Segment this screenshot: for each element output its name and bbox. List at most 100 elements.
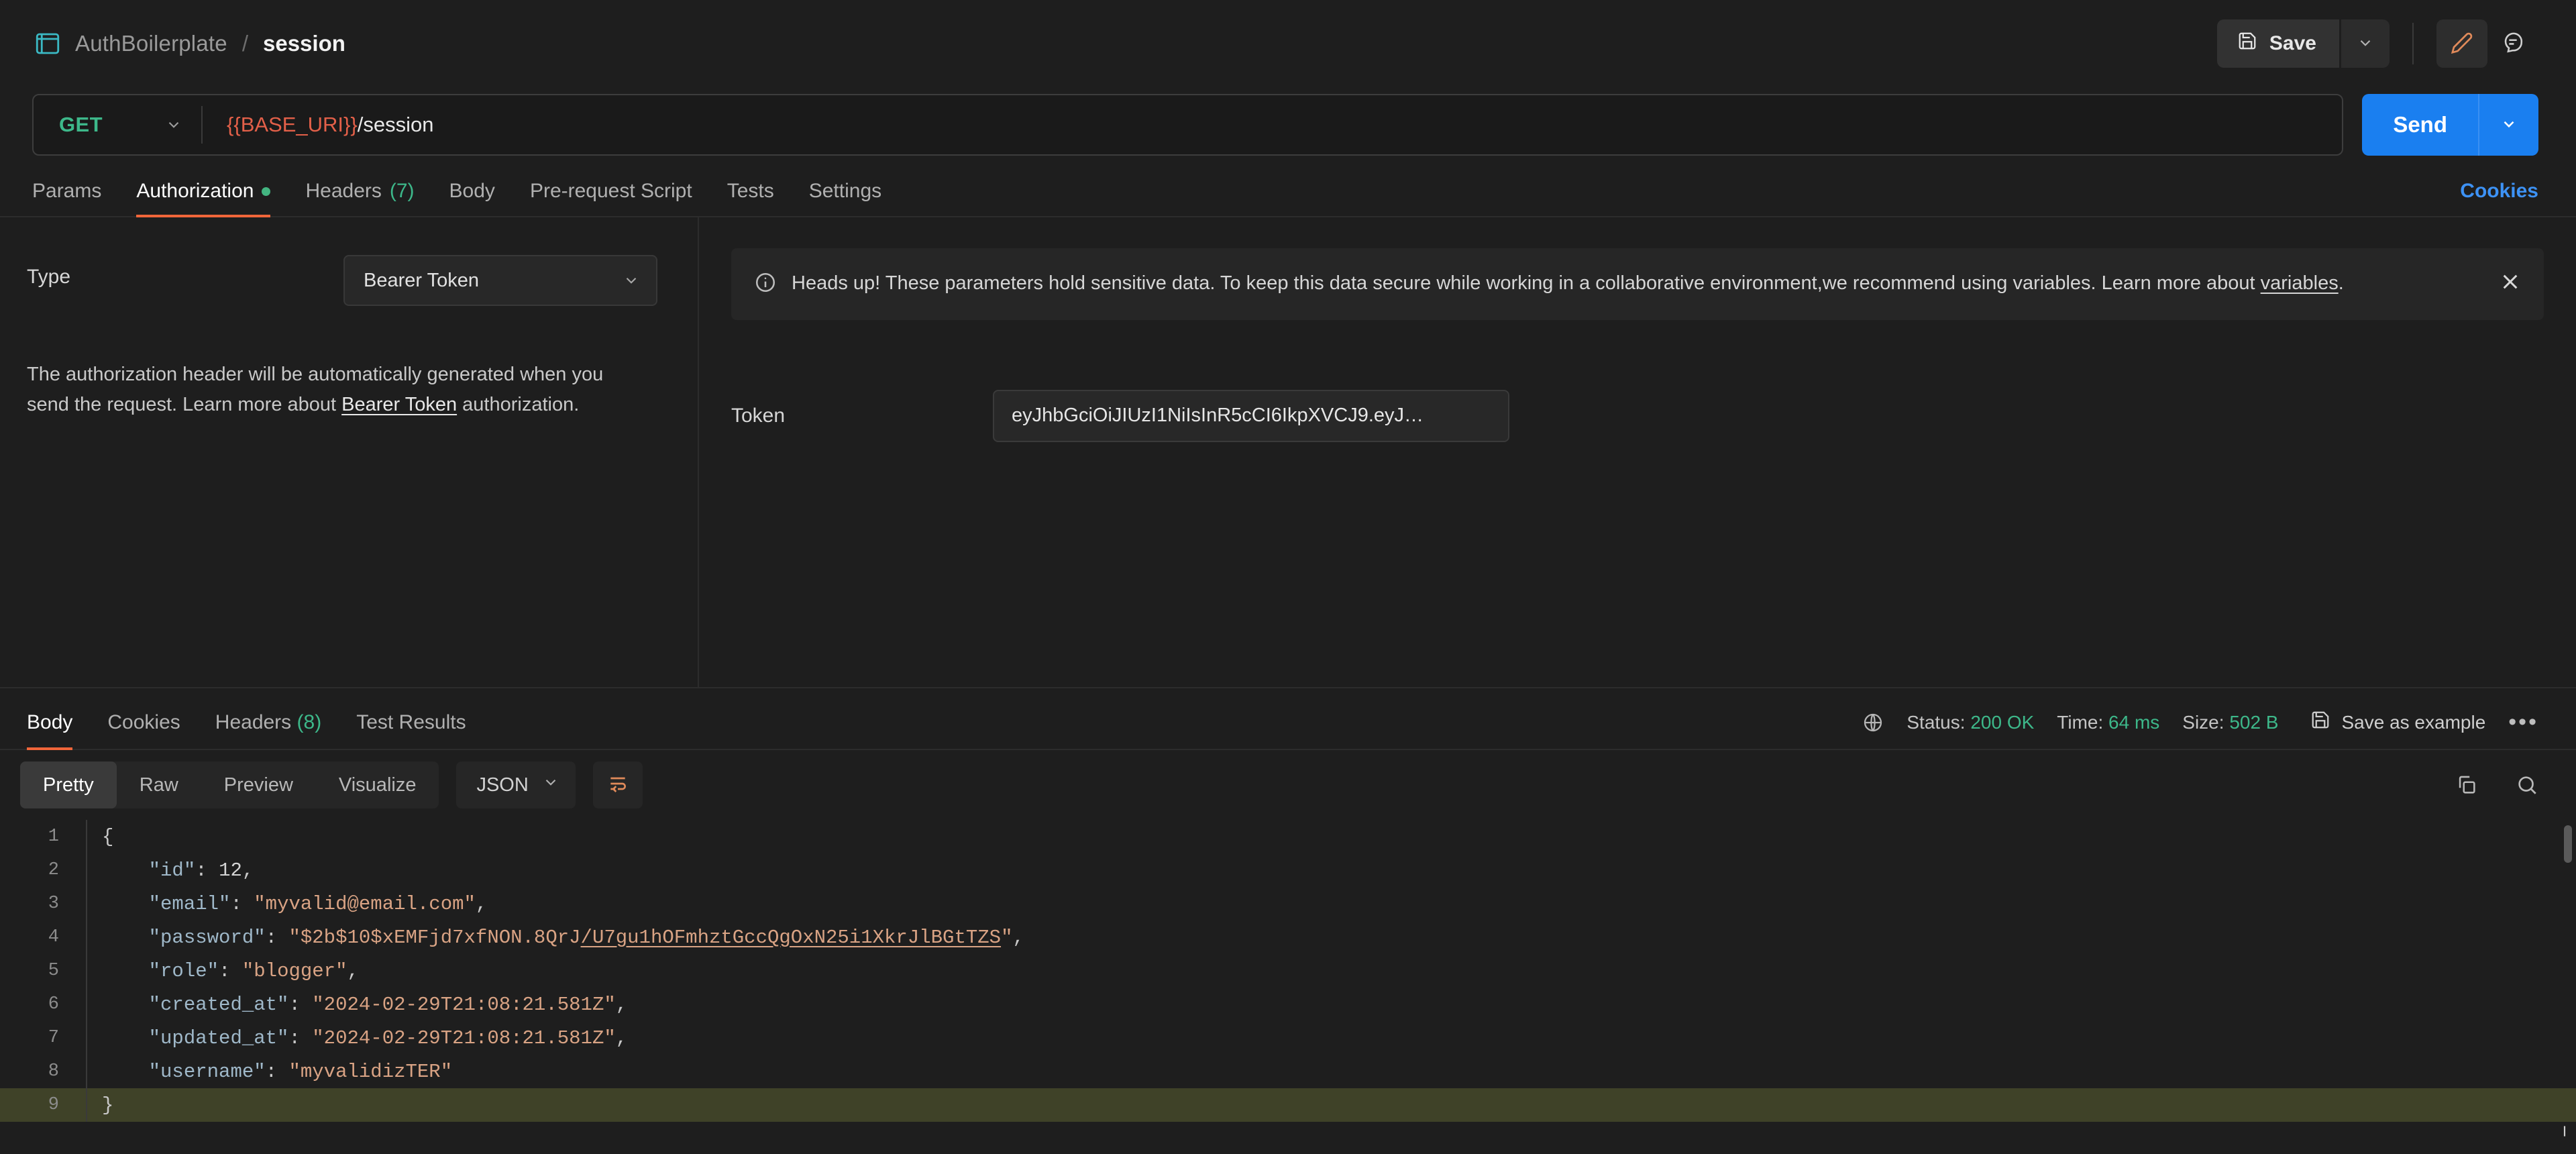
url-variable: {{BASE_URI}} bbox=[227, 113, 358, 136]
code-text: "password": "$2b$10$xEMFjd7xfNON.8QrJ/U7… bbox=[86, 921, 2576, 954]
size-label: Size: bbox=[2182, 711, 2224, 733]
response-tab-test-results[interactable]: Test Results bbox=[339, 711, 483, 749]
code-text: "username": "myvalidizTER" bbox=[86, 1055, 2576, 1088]
url-bar: GET {{BASE_URI}}/session Send bbox=[0, 87, 2576, 162]
cookies-link[interactable]: Cookies bbox=[2460, 180, 2538, 216]
token-label: Token bbox=[731, 404, 786, 427]
response-tabs: Body Cookies Headers (8) Test Results Statu… bbox=[0, 688, 2576, 750]
variables-link[interactable]: variables bbox=[2261, 272, 2339, 294]
tab-label: Headers bbox=[305, 180, 382, 202]
chevron-down-icon bbox=[542, 774, 559, 796]
view-mode-group: Pretty Raw Preview Visualize bbox=[20, 762, 439, 808]
request-tab-tests[interactable]: Tests bbox=[710, 180, 792, 216]
line-number: 3 bbox=[48, 894, 59, 914]
request-tab-params[interactable]: Params bbox=[32, 180, 119, 216]
tab-label: Settings bbox=[808, 180, 882, 202]
token-row: Token eyJhbGciOiJIUzI1NiIsInR5cCI6IkpXVC… bbox=[731, 389, 2544, 442]
url-input[interactable]: {{BASE_URI}}/session bbox=[203, 113, 433, 137]
view-mode-preview[interactable]: Preview bbox=[201, 762, 316, 808]
response-size: Size: 502 B bbox=[2182, 712, 2278, 733]
response-tab-body[interactable]: Body bbox=[27, 711, 90, 750]
search-icon[interactable] bbox=[2516, 774, 2538, 796]
code-text: } bbox=[86, 1088, 2576, 1122]
response-tab-cookies[interactable]: Cookies bbox=[90, 711, 197, 749]
breadcrumb: AuthBoilerplate / session bbox=[32, 28, 345, 59]
line-number: 6 bbox=[48, 994, 59, 1014]
request-tab-authorization[interactable]: Authorization bbox=[119, 180, 288, 217]
modified-indicator-dot bbox=[262, 187, 271, 196]
word-wrap-icon bbox=[607, 773, 629, 798]
request-tab-settings[interactable]: Settings bbox=[792, 180, 899, 216]
info-icon bbox=[754, 268, 777, 297]
response-tools bbox=[2455, 774, 2538, 796]
line-number: 7 bbox=[48, 1028, 59, 1048]
top-bar: AuthBoilerplate / session Save bbox=[0, 0, 2576, 87]
status-code: Status: 200 OK bbox=[1907, 712, 2034, 733]
tab-label: Pre-request Script bbox=[529, 180, 692, 202]
floppy-disk-icon bbox=[2237, 31, 2257, 56]
ellipsis-icon[interactable]: ••• bbox=[2508, 709, 2538, 735]
tab-label: Params bbox=[32, 180, 102, 202]
scroll-down-icon[interactable] bbox=[2556, 1122, 2573, 1143]
floppy-disk-icon bbox=[2310, 710, 2330, 735]
response-tab-headers[interactable]: Headers (8) bbox=[198, 711, 339, 749]
chevron-down-icon bbox=[2500, 115, 2518, 135]
close-icon[interactable] bbox=[2500, 268, 2521, 296]
tab-count: (7) bbox=[389, 180, 415, 202]
save-button[interactable]: Save bbox=[2216, 19, 2339, 68]
url-path: /session bbox=[357, 113, 434, 136]
auth-description: The authorization header will be automat… bbox=[27, 360, 604, 420]
chevron-down-icon bbox=[165, 116, 182, 134]
word-wrap-button[interactable] bbox=[592, 762, 643, 808]
line-number: 2 bbox=[48, 860, 59, 880]
response-body-code[interactable]: 1{2 "id": 12, 3 "email": "myvalid@email.c… bbox=[0, 820, 2576, 1146]
banner-text: Heads up! These parameters hold sensitiv… bbox=[792, 268, 2470, 299]
save-options-button[interactable] bbox=[2341, 19, 2390, 68]
send-options-button[interactable] bbox=[2478, 94, 2538, 156]
auth-type-select[interactable]: Bearer Token bbox=[343, 255, 657, 306]
request-tab-pre-request-script[interactable]: Pre-request Script bbox=[513, 180, 710, 216]
send-button[interactable]: Send bbox=[2362, 94, 2478, 156]
method-label: GET bbox=[59, 113, 103, 136]
top-bar-actions: Save bbox=[2216, 19, 2538, 68]
code-line: 9} bbox=[0, 1088, 2576, 1122]
status-value: 200 OK bbox=[1970, 711, 2035, 733]
request-tab-headers[interactable]: Headers (7) bbox=[288, 180, 431, 216]
save-as-example-label: Save as example bbox=[2341, 711, 2486, 733]
auth-type-value: Bearer Token bbox=[364, 269, 479, 291]
code-line: 4 "password": "$2b$10$xEMFjd7xfNON.8QrJ /… bbox=[0, 921, 2576, 954]
method-selector[interactable]: GET bbox=[34, 95, 201, 154]
banner-text-part1: Heads up! These parameters hold sensitiv… bbox=[792, 272, 2261, 294]
view-mode-visualize[interactable]: Visualize bbox=[316, 762, 439, 808]
comments-button[interactable] bbox=[2487, 19, 2538, 68]
line-number: 9 bbox=[48, 1095, 59, 1115]
tab-label: Cookies bbox=[107, 711, 180, 733]
request-tab-body[interactable]: Body bbox=[432, 180, 513, 216]
token-input[interactable]: eyJhbGciOiJIUzI1NiIsInR5cCI6IkpXVCJ9.eyJ… bbox=[993, 389, 1509, 442]
sensitive-data-banner: Heads up! These parameters hold sensitiv… bbox=[731, 248, 2544, 320]
tab-label: Body bbox=[449, 180, 495, 202]
tab-label: Test Results bbox=[356, 711, 466, 733]
http-icon bbox=[32, 28, 63, 59]
auth-config-panel: Type Bearer Token The authorization head… bbox=[0, 217, 699, 687]
view-mode-raw[interactable]: Raw bbox=[117, 762, 201, 808]
response-format-select[interactable]: JSON bbox=[456, 762, 576, 808]
copy-icon[interactable] bbox=[2455, 774, 2478, 796]
chevron-down-icon bbox=[623, 272, 640, 289]
vertical-scrollbar[interactable] bbox=[2564, 825, 2572, 863]
code-line: 2 "id": 12, bbox=[0, 853, 2576, 887]
view-mode-pretty[interactable]: Pretty bbox=[20, 762, 117, 808]
banner-text-part2: . bbox=[2338, 272, 2344, 294]
tab-label: Tests bbox=[727, 180, 774, 202]
code-line: 1{ bbox=[0, 820, 2576, 853]
url-field[interactable]: GET {{BASE_URI}}/session bbox=[32, 94, 2344, 156]
bearer-token-link[interactable]: Bearer Token bbox=[341, 394, 457, 415]
edit-request-button[interactable] bbox=[2436, 19, 2487, 68]
breadcrumb-current[interactable]: session bbox=[263, 31, 345, 56]
line-number: 1 bbox=[48, 827, 59, 847]
breadcrumb-parent[interactable]: AuthBoilerplate bbox=[75, 31, 227, 56]
divider bbox=[2412, 23, 2414, 64]
save-as-example-button[interactable]: Save as example bbox=[2310, 710, 2485, 735]
code-line: 6 "created_at": "2024-02-29T21:08:21.581… bbox=[0, 988, 2576, 1021]
code-line: 5 "role": "blogger", bbox=[0, 954, 2576, 988]
